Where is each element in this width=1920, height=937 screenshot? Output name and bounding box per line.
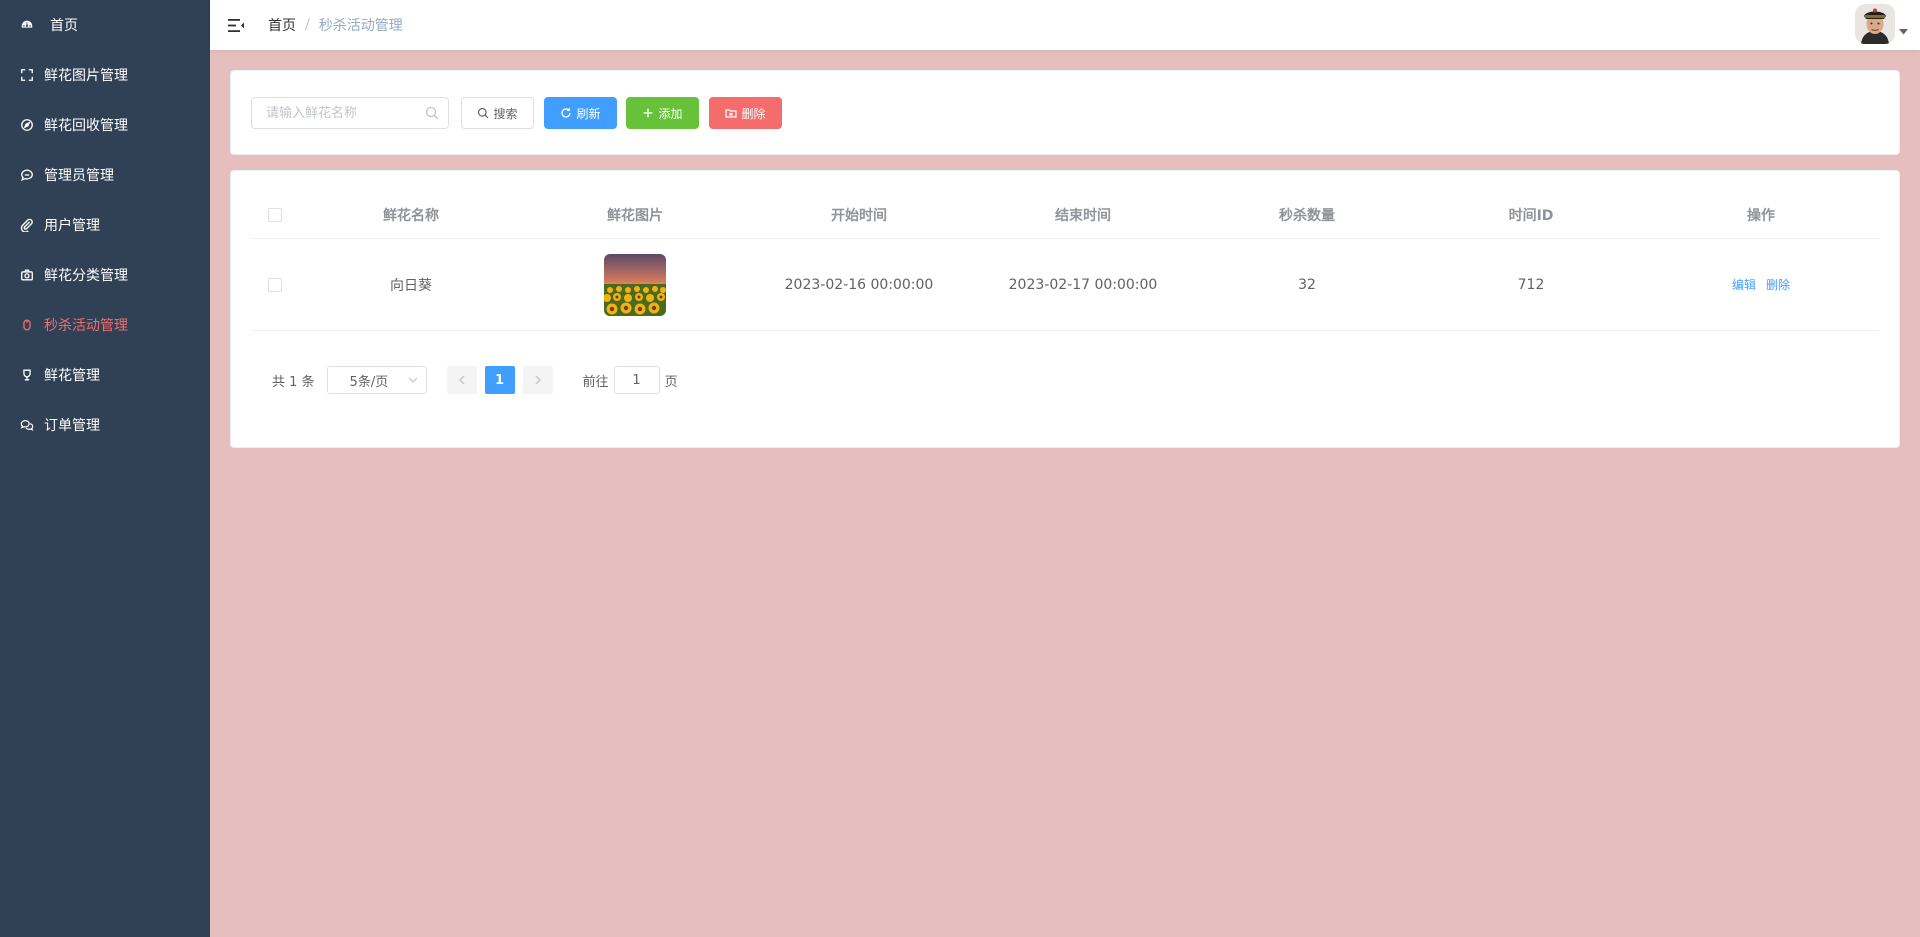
search-button[interactable]: 搜索 — [461, 97, 534, 129]
flash-sale-table: 鲜花名称 鲜花图片 开始时间 结束时间 秒杀数量 时间ID 操作 向日葵 202… — [251, 191, 1879, 331]
delete-link[interactable]: 删除 — [1766, 276, 1790, 293]
sidebar-item-orders[interactable]: 订单管理 — [0, 400, 210, 450]
compass-icon — [20, 118, 34, 132]
breadcrumb-home[interactable]: 首页 — [268, 15, 296, 35]
prev-page-button[interactable] — [446, 366, 477, 394]
page-size-select[interactable]: 5条/页 — [326, 366, 427, 394]
refresh-button[interactable]: 刷新 — [544, 97, 617, 129]
filter-toolbar: 搜索 刷新 添加 删除 — [230, 70, 1900, 155]
sidebar: 首页 鲜花图片管理 鲜花回收管理 管理员管理 用户管理 鲜花分类管理 秒杀活动管… — [0, 0, 210, 937]
trophy-icon — [20, 368, 34, 382]
sidebar-item-flower-category[interactable]: 鲜花分类管理 — [0, 250, 210, 300]
sidebar-item-label: 管理员管理 — [44, 168, 114, 184]
column-header: 时间ID — [1508, 207, 1554, 224]
mouse-icon — [20, 318, 34, 332]
breadcrumb: 首页 / 秒杀活动管理 — [268, 15, 403, 35]
sidebar-item-flowers[interactable]: 鲜花管理 — [0, 350, 210, 400]
camera-icon — [20, 268, 34, 282]
row-checkbox[interactable] — [268, 277, 282, 292]
plus-icon — [643, 108, 653, 118]
breadcrumb-current: 秒杀活动管理 — [318, 18, 403, 34]
sidebar-item-label: 鲜花图片管理 — [44, 68, 128, 84]
chevron-down-icon — [408, 377, 417, 383]
sidebar-item-label: 秒杀活动管理 — [44, 318, 128, 334]
add-button[interactable]: 添加 — [626, 97, 699, 129]
flower-name-cell: 向日葵 — [390, 277, 432, 294]
page-size-value: 5条/页 — [349, 374, 389, 390]
search-icon — [425, 106, 439, 120]
fullscreen-icon — [20, 68, 34, 82]
actions-cell: 编辑 删除 — [1643, 239, 1879, 330]
column-header: 开始时间 — [831, 207, 887, 224]
page-number-button[interactable]: 1 — [484, 366, 515, 394]
breadcrumb-separator: / — [305, 17, 310, 33]
column-header: 鲜花名称 — [383, 207, 439, 224]
goto-page-input[interactable]: 1 — [613, 366, 660, 394]
avatar[interactable] — [1855, 4, 1895, 44]
hamburger-icon[interactable] — [226, 15, 246, 35]
search-box[interactable] — [251, 97, 449, 129]
table-row: 向日葵 2023-02-16 00:00:00 2023-02-17 00:00… — [251, 239, 1879, 331]
sidebar-item-flower-images[interactable]: 鲜花图片管理 — [0, 50, 210, 100]
search-button-label: 搜索 — [493, 106, 518, 121]
end-time-cell: 2023-02-17 00:00:00 — [1008, 276, 1158, 293]
quantity-cell: 32 — [1298, 276, 1316, 293]
chevron-left-icon — [458, 375, 465, 385]
sidebar-item-label: 首页 — [50, 18, 78, 34]
header-checkbox-cell — [251, 191, 299, 238]
edit-link[interactable]: 编辑 — [1732, 276, 1756, 293]
sidebar-item-label: 鲜花管理 — [44, 368, 100, 384]
page-suffix-label: 页 — [664, 374, 678, 390]
sidebar-item-flower-recycle[interactable]: 鲜花回收管理 — [0, 100, 210, 150]
column-header: 操作 — [1747, 207, 1775, 224]
search-icon — [478, 107, 489, 119]
chat-double-icon — [20, 418, 34, 432]
add-button-label: 添加 — [658, 106, 683, 121]
column-header: 鲜花图片 — [607, 207, 663, 224]
table-header: 鲜花名称 鲜花图片 开始时间 结束时间 秒杀数量 时间ID 操作 — [251, 191, 1879, 239]
pagination-total: 共 1 条 — [272, 374, 315, 390]
top-navbar: 首页 / 秒杀活动管理 — [210, 0, 1920, 50]
refresh-button-label: 刷新 — [576, 106, 601, 121]
chevron-right-icon — [535, 375, 541, 385]
folder-delete-icon — [725, 109, 738, 118]
pagination: 共 1 条 5条/页 1 前往 1 页 — [251, 365, 678, 395]
select-all-checkbox[interactable] — [268, 207, 282, 222]
sunflower-thumbnail[interactable] — [604, 253, 666, 316]
user-menu[interactable] — [1855, 4, 1908, 44]
column-header: 结束时间 — [1055, 207, 1111, 224]
delete-button[interactable]: 删除 — [709, 97, 782, 129]
row-checkbox-cell — [251, 239, 299, 330]
start-time-cell: 2023-02-16 00:00:00 — [784, 276, 934, 293]
sidebar-item-users[interactable]: 用户管理 — [0, 200, 210, 250]
refresh-icon — [561, 108, 572, 118]
next-page-button[interactable] — [522, 366, 553, 394]
goto-label: 前往 — [582, 374, 609, 390]
sidebar-item-label: 鲜花分类管理 — [44, 268, 128, 284]
sidebar-item-label: 鲜花回收管理 — [44, 118, 128, 134]
delete-button-label: 删除 — [741, 106, 766, 121]
sidebar-item-label: 订单管理 — [44, 418, 100, 434]
search-input[interactable] — [266, 99, 426, 127]
sidebar-item-label: 用户管理 — [44, 218, 100, 234]
chat-icon — [20, 168, 34, 182]
table-card: 鲜花名称 鲜花图片 开始时间 结束时间 秒杀数量 时间ID 操作 向日葵 202… — [230, 170, 1900, 448]
column-header: 秒杀数量 — [1279, 207, 1335, 224]
sidebar-item-admins[interactable]: 管理员管理 — [0, 150, 210, 200]
sidebar-item-flash-sale[interactable]: 秒杀活动管理 — [0, 300, 210, 350]
flower-image-cell — [523, 239, 747, 330]
sidebar-item-home[interactable]: 首页 — [0, 0, 210, 50]
dashboard-icon — [20, 18, 34, 32]
time-id-cell: 712 — [1517, 276, 1545, 293]
paperclip-icon — [20, 218, 34, 232]
caret-down-icon[interactable] — [1899, 23, 1908, 39]
